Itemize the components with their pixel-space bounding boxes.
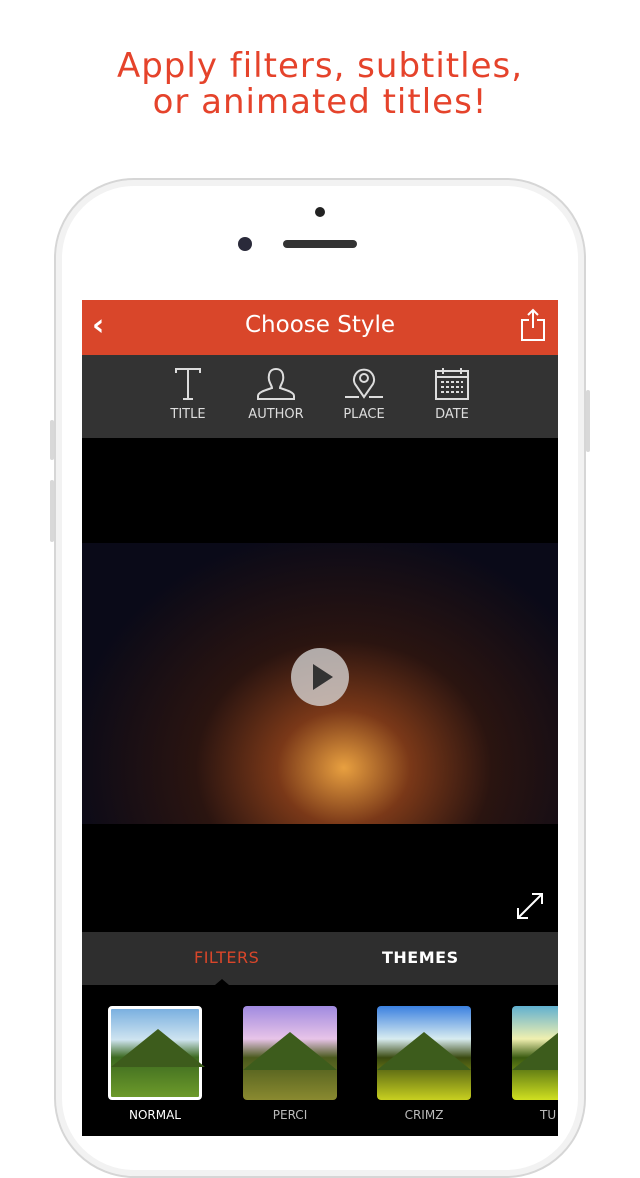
page-title: Choose Style — [245, 312, 395, 338]
app-screen: ‹ Choose Style TITLE AUTHOR PLACE DATE F… — [82, 300, 558, 1136]
tool-title[interactable]: TITLE — [155, 355, 221, 438]
headline-line-1: Apply filters, subtitles, — [116, 46, 524, 86]
tool-label: DATE — [435, 407, 469, 422]
active-tab-indicator — [215, 979, 229, 985]
play-icon[interactable] — [291, 648, 349, 706]
filter-label: NORMAL — [128, 1108, 181, 1122]
filter-thumb-crimz[interactable] — [377, 1006, 471, 1100]
calendar-icon — [435, 368, 469, 400]
style-toolbar: TITLE AUTHOR PLACE DATE — [82, 355, 558, 438]
filter-thumb-normal[interactable] — [108, 1006, 205, 1100]
promo-headline: Apply filters, subtitles, or animated ti… — [0, 48, 640, 120]
nav-bar: ‹ Choose Style — [82, 300, 558, 355]
tool-place[interactable]: PLACE — [331, 355, 397, 438]
tool-label: PLACE — [343, 407, 385, 422]
expand-icon[interactable] — [514, 890, 546, 926]
earpiece — [283, 240, 357, 248]
volume-up — [50, 480, 54, 542]
video-preview[interactable] — [82, 543, 558, 824]
tab-themes[interactable]: THEMES — [382, 948, 459, 967]
text-icon — [175, 368, 201, 400]
proximity-sensor — [315, 207, 325, 217]
location-pin-icon — [345, 368, 383, 399]
tab-bar: FILTERS THEMES — [82, 932, 558, 985]
filter-thumb-perci[interactable] — [243, 1006, 337, 1100]
headline-line-2: or animated titles! — [152, 82, 488, 122]
front-camera — [238, 237, 252, 251]
tab-filters[interactable]: FILTERS — [194, 948, 259, 967]
tool-author[interactable]: AUTHOR — [243, 355, 309, 438]
share-icon[interactable] — [520, 308, 546, 346]
tool-date[interactable]: DATE — [419, 355, 485, 438]
filter-thumb-tu[interactable] — [512, 1006, 558, 1100]
filter-label: PERCI — [272, 1108, 308, 1122]
tool-label: AUTHOR — [248, 407, 304, 422]
tool-label: TITLE — [170, 407, 206, 422]
filter-label: TU — [540, 1108, 557, 1122]
person-icon — [257, 367, 295, 400]
mute-switch — [50, 420, 54, 460]
filter-label: CRIMZ — [404, 1108, 444, 1122]
power-button — [586, 390, 590, 452]
